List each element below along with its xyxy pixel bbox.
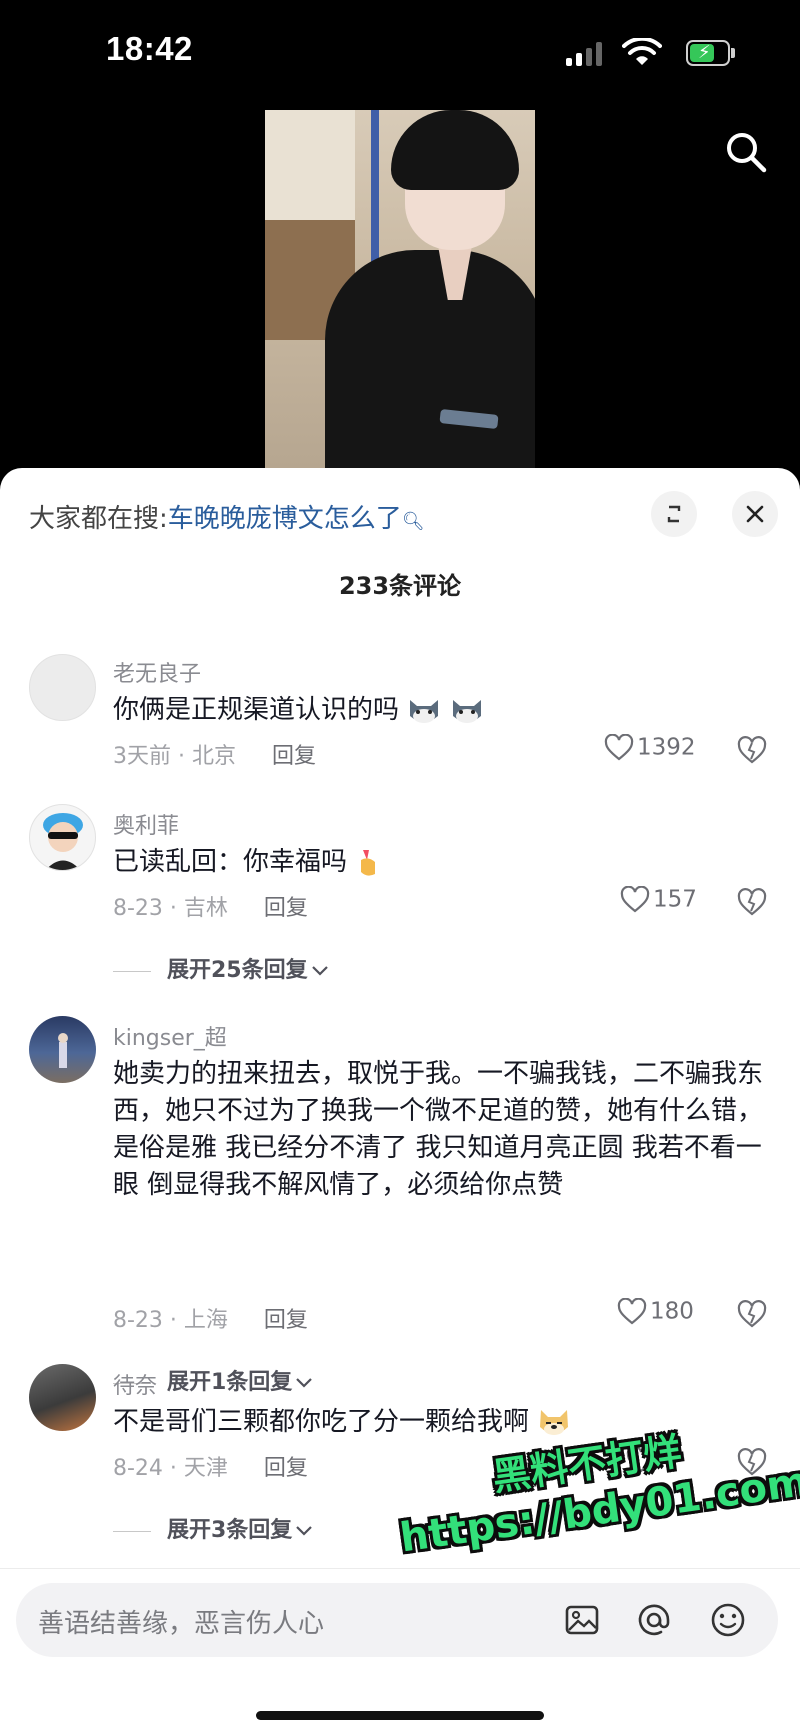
comment-meta: 8-23 · 吉林 回复 — [113, 890, 308, 922]
comment-count: 233条评论 — [338, 572, 462, 600]
comment-meta: 8-24 · 天津 回复 — [113, 1450, 308, 1482]
dislike-icon[interactable] — [736, 886, 768, 918]
avatar[interactable] — [29, 1016, 96, 1083]
hot-search[interactable]: 大家都在搜:车晚晚庞博文怎么了🔍︎ — [29, 498, 425, 535]
video-stick — [371, 110, 379, 280]
comment-author[interactable]: 待奈 — [113, 1368, 157, 1400]
avatar-photo-icon — [58, 1033, 68, 1068]
cat-face-icon — [452, 699, 481, 723]
comment-input-placeholder: 善语结善缘，恶言伤人心 — [38, 1609, 325, 1639]
comment-text-body: 你俩是正规渠道认识的吗 — [113, 695, 400, 725]
close-button[interactable] — [732, 491, 778, 537]
comment-text: 她卖力的扭来扭去，取悦于我。一不骗我钱，二不骗我东西，她只不过为了换我一个微不足… — [113, 1059, 764, 1200]
finger-heart-icon — [361, 849, 376, 876]
image-icon[interactable] — [562, 1600, 602, 1640]
comment-author[interactable]: 老无良子 — [113, 656, 201, 688]
chevron-down-icon — [296, 1526, 313, 1536]
heart-icon — [620, 885, 650, 913]
cat-face-icon — [410, 699, 439, 723]
dislike-icon[interactable] — [736, 1298, 768, 1330]
like-button[interactable]: 180 — [617, 1297, 713, 1326]
comment-text: 已读乱回：你幸福吗 — [113, 844, 763, 881]
expand-replies-button[interactable]: 展开25条回复 — [113, 952, 330, 984]
heart-icon — [604, 733, 634, 761]
status-bar: 18:42 ⚡ — [0, 0, 800, 173]
comment-time-location: 8-23 · 吉林 — [113, 896, 228, 921]
comment-item: 奥利菲 已读乱回：你幸福吗 8-23 · 吉林 回复 157 展开25条回复 — [0, 800, 800, 1000]
comment-text: 你俩是正规渠道认识的吗 — [113, 692, 763, 729]
comment-time-location: 8-23 · 上海 — [113, 1308, 228, 1333]
battery-icon: ⚡ — [686, 40, 730, 66]
wifi-icon — [622, 38, 662, 65]
battery-tip — [731, 48, 735, 58]
comment-author[interactable]: kingser_超 — [113, 1020, 227, 1052]
comment-time-location: 3天前 · 北京 — [113, 744, 236, 769]
reply-button[interactable]: 回复 — [264, 1308, 308, 1333]
reply-button[interactable]: 回复 — [264, 896, 308, 921]
home-indicator — [256, 1711, 544, 1720]
comment-item: kingser_超 她卖力的扭来扭去，取悦于我。一不骗我钱，二不骗我东西，她只不… — [0, 1012, 800, 1395]
at-icon[interactable] — [634, 1600, 674, 1640]
hot-search-prefix: 大家都在搜: — [29, 504, 168, 534]
comment-item: 老无良子 你俩是正规渠道认识的吗 3天前 · 北京 回复 1392 — [0, 648, 800, 788]
video-preview[interactable] — [265, 110, 535, 490]
comment-time-location: 8-24 · 天津 — [113, 1456, 228, 1481]
comment-text-body: 不是哥们三颗都你吃了分一颗给我啊 — [113, 1407, 530, 1437]
avatar[interactable] — [29, 1364, 96, 1431]
comment-text-body: 已读乱回：你幸福吗 — [113, 847, 348, 877]
close-icon — [746, 505, 764, 523]
avatar[interactable] — [29, 804, 96, 871]
emoji-icon[interactable] — [708, 1600, 748, 1640]
divider-line — [113, 1530, 151, 1532]
heart-icon — [617, 1297, 647, 1325]
search-icon[interactable] — [722, 128, 770, 176]
comment-input[interactable]: 善语结善缘，恶言伤人心 — [16, 1583, 778, 1657]
comment-meta: 8-23 · 上海 回复 — [113, 1302, 308, 1334]
divider-line — [113, 970, 151, 972]
like-count: 1392 — [637, 734, 696, 761]
video-person-body — [325, 250, 535, 490]
doge-icon — [540, 1409, 569, 1435]
video-person-hair — [391, 110, 519, 190]
comment-input-bar: 善语结善缘，恶言伤人心 — [0, 1568, 800, 1736]
hot-search-query[interactable]: 车晚晚庞博文怎么了 — [168, 504, 402, 534]
expand-button[interactable] — [651, 491, 697, 537]
like-button[interactable]: 157 — [620, 885, 716, 914]
comment-author[interactable]: 奥利菲 — [113, 808, 179, 840]
like-count: 180 — [650, 1298, 694, 1325]
status-time: 18:42 — [106, 30, 193, 67]
like-button[interactable]: 1392 — [604, 733, 700, 762]
reply-button[interactable]: 回复 — [272, 744, 316, 769]
avatar-cartoon-icon — [43, 813, 83, 870]
expand-replies-button[interactable]: 展开3条回复 — [113, 1512, 314, 1544]
comment-meta: 3天前 · 北京 回复 — [113, 738, 316, 770]
reply-button[interactable]: 回复 — [264, 1456, 308, 1481]
like-count: 157 — [653, 886, 697, 913]
expand-replies-label: 展开25条回复 — [167, 958, 308, 983]
expand-replies-label: 展开3条回复 — [167, 1518, 293, 1543]
avatar[interactable] — [29, 654, 96, 721]
expand-icon — [667, 505, 681, 523]
dislike-icon[interactable] — [736, 734, 768, 766]
signal-icon — [566, 40, 608, 66]
hot-search-mini-icon: 🔍︎ — [401, 511, 425, 532]
chevron-down-icon — [311, 966, 328, 976]
